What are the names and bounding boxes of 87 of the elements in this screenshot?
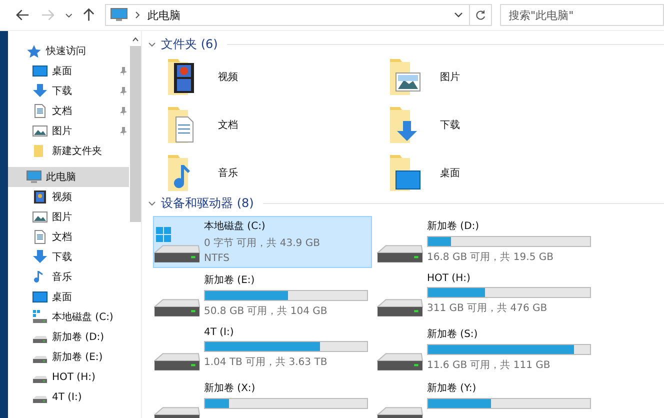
drive-icon	[377, 353, 423, 371]
sidebar-item[interactable]: 新加卷 (E:)	[8, 347, 129, 367]
folder-name[interactable]: 下载	[440, 118, 460, 132]
pin-icon[interactable]	[119, 67, 127, 76]
back-icon[interactable]	[16, 9, 30, 21]
drive-tile[interactable]: 4T (I:) 1.04 TB 可用，共 3.63 TB	[153, 324, 372, 376]
drive-detail: 1.04 TB 可用，共 3.63 TB	[204, 356, 328, 369]
computer-icon	[110, 8, 128, 22]
drive-detail: 16.8 GB 可用，共 19.5 GB	[427, 250, 554, 264]
chevron-down-icon[interactable]	[148, 42, 156, 46]
drive-name: HOT (H:)	[427, 273, 472, 284]
folder-name[interactable]: 音乐	[218, 166, 238, 180]
picture-icon	[32, 210, 48, 224]
sidebar-item[interactable]: 桌面	[8, 61, 129, 81]
folder-name[interactable]: 桌面	[440, 166, 460, 180]
refresh-button[interactable]	[470, 4, 492, 26]
sidebar-item[interactable]: 新建文件夹	[8, 141, 129, 161]
pin-icon[interactable]	[119, 87, 127, 96]
drive-detail: 311 GB 可用，共 476 GB	[427, 302, 548, 315]
drive-name: 新加卷 (X:)	[204, 382, 256, 395]
pin-icon[interactable]	[119, 127, 127, 136]
drive-detail: 11.6 GB 可用，共 111 GB	[427, 358, 552, 372]
drive-icon	[154, 353, 200, 371]
monitor-icon	[32, 64, 48, 78]
section-heading[interactable]: 设备和驱动器 (8)	[161, 194, 254, 212]
windows-logo-icon	[156, 227, 172, 242]
down-arrow-icon	[32, 250, 48, 264]
scrollbar-thumb[interactable]	[130, 46, 140, 222]
down-arrow-icon	[32, 84, 48, 98]
drive-name: 新加卷 (D:)	[427, 220, 480, 233]
sidebar-item[interactable]: 桌面	[8, 287, 129, 307]
drive-detail: 50.8 GB 可用，共 104 GB	[204, 304, 328, 318]
refresh-icon	[474, 10, 486, 20]
sidebar-item[interactable]: HOT (H:)	[8, 367, 129, 387]
sidebar-item[interactable]: 图片	[8, 207, 129, 227]
folder-name[interactable]: 视频	[218, 70, 238, 84]
sidebar-item[interactable]: 下载	[8, 247, 129, 267]
sidebar-item[interactable]: 音乐	[8, 267, 129, 287]
drive-name: 新加卷 (Y:)	[427, 382, 478, 395]
drive-detail: 0 字节 可用，共 43.9 GB	[204, 236, 320, 250]
sidebar-item[interactable]: 新加卷 (D:)	[8, 327, 129, 347]
pin-icon[interactable]	[119, 107, 127, 116]
search-field[interactable]: 搜索"此电脑"	[500, 4, 664, 26]
address-bar[interactable]: 此电脑	[105, 4, 470, 26]
chevron-right-icon	[135, 11, 140, 19]
picture-icon	[32, 124, 48, 138]
drive-tile[interactable]: 新加卷 (S:) 11.6 GB 可用，共 111 GB	[376, 324, 595, 376]
drive-name: 4T (I:)	[204, 327, 235, 338]
drive-icon	[377, 245, 423, 263]
sidebar-item[interactable]: 视频	[8, 187, 129, 207]
drive-tile[interactable]: HOT (H:) 311 GB 可用，共 476 GB	[376, 270, 595, 322]
sidebar-item[interactable]: 快速访问	[8, 41, 129, 61]
chevron-down-icon[interactable]	[65, 12, 73, 18]
scroll-up-icon[interactable]	[132, 37, 138, 42]
folder-name[interactable]: 图片	[440, 70, 460, 84]
drive-icon	[154, 299, 200, 317]
drive-tile[interactable]: 新加卷 (X:)	[153, 378, 372, 418]
document-icon	[32, 230, 48, 244]
drive-tile[interactable]: 新加卷 (E:) 50.8 GB 可用，共 104 GB	[153, 270, 372, 322]
drive-icon	[154, 245, 200, 263]
drive-tile[interactable]: 新加卷 (D:) 16.8 GB 可用，共 19.5 GB	[376, 216, 595, 268]
film-icon	[32, 190, 48, 204]
drive-icon	[32, 310, 48, 324]
sidebar-item[interactable]: 文档	[8, 227, 129, 247]
chevron-down-icon[interactable]	[454, 12, 464, 18]
sidebar-item[interactable]: 此电脑	[8, 167, 129, 187]
document-icon	[32, 104, 48, 118]
folder-name[interactable]: 文档	[218, 118, 238, 132]
section-heading[interactable]: 文件夹 (6)	[161, 36, 218, 52]
chevron-down-icon[interactable]	[148, 200, 156, 206]
sidebar-item[interactable]: 下载	[8, 81, 129, 101]
drive-icon	[377, 299, 423, 317]
drive-tile[interactable]: 新加卷 (Y:)	[376, 378, 595, 418]
sidebar-item[interactable]: 文档	[8, 101, 129, 121]
drive-name: 新加卷 (S:)	[427, 328, 479, 341]
sidebar-item[interactable]: 本地磁盘 (C:)	[8, 307, 129, 327]
drive-tile[interactable]: 本地磁盘 (C:) 0 字节 可用，共 43.9 GB NTFS	[153, 216, 372, 268]
up-arrow-icon[interactable]	[82, 8, 94, 22]
address-text: 此电脑	[147, 8, 182, 22]
sidebar-item[interactable]: 4T (I:)	[8, 387, 129, 407]
computer-icon	[26, 170, 42, 184]
star-icon	[26, 44, 42, 58]
drive-name: 本地磁盘 (C:)	[204, 220, 266, 233]
drive-detail: NTFS	[204, 253, 231, 264]
monitor-icon	[32, 290, 48, 304]
drive-name: 新加卷 (E:)	[204, 274, 256, 287]
sidebar-item[interactable]: 图片	[8, 121, 129, 141]
